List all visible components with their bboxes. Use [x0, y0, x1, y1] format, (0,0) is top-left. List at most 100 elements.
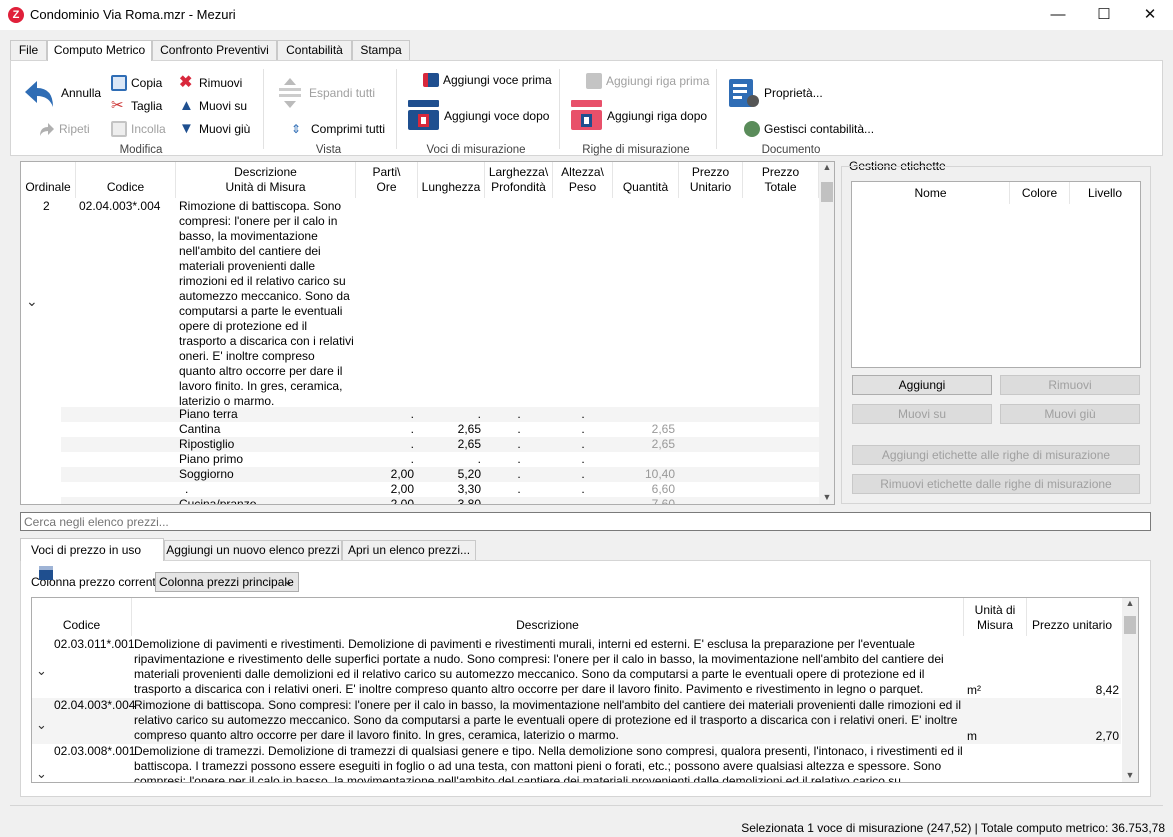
- scroll-up-icon[interactable]: ▲: [819, 162, 834, 172]
- rimuovi-etichette-righe-button[interactable]: Rimuovi etichette dalle righe di misuraz…: [852, 474, 1140, 494]
- tab-stampa[interactable]: Stampa: [352, 40, 410, 60]
- cell-larg[interactable]: .: [485, 437, 553, 452]
- aggiungi-voce-prima-button[interactable]: Aggiungi voce prima: [423, 73, 552, 87]
- price-row[interactable]: 02.03.008*.001 ⌄ Demolizione di tramezzi. …: [32, 744, 1121, 782]
- scroll-thumb[interactable]: [1124, 616, 1136, 634]
- taglia-button[interactable]: ✂ Taglia: [111, 98, 162, 114]
- col-livello[interactable]: Livello: [1070, 182, 1140, 204]
- entry-ordinale[interactable]: 2: [43, 199, 50, 213]
- col-codice[interactable]: Codice: [76, 162, 176, 198]
- cell-desc[interactable]: Cantina: [179, 422, 349, 437]
- chevron-down-icon[interactable]: ⌄: [36, 663, 47, 679]
- minimize-button[interactable]: —: [1035, 0, 1081, 30]
- chevron-down-icon[interactable]: ⌄: [36, 717, 47, 733]
- col-larghezza[interactable]: Larghezza\ Profondità: [485, 162, 553, 198]
- col-descrizione[interactable]: Descrizione Unità di Misura: [176, 162, 356, 198]
- cell-lung[interactable]: 2,65: [418, 422, 485, 437]
- cell-alt[interactable]: .: [553, 437, 613, 452]
- aggiungi-riga-dopo-button[interactable]: Aggiungi riga dopo: [570, 99, 707, 133]
- aggiungi-etichetta-button[interactable]: Aggiungi: [852, 375, 992, 395]
- cell-qta[interactable]: 6,60: [613, 482, 679, 497]
- cell-lung[interactable]: 2,65: [418, 437, 485, 452]
- scroll-up-icon[interactable]: ▲: [1122, 598, 1138, 608]
- cell-desc[interactable]: .: [179, 482, 349, 497]
- tab-nuovo-elenco[interactable]: Aggiungi un nuovo elenco prezzi: [164, 540, 342, 560]
- price-row[interactable]: 02.04.003*.004 ⌄ Rimozione di battiscopa. …: [32, 698, 1121, 744]
- entry-codice[interactable]: 02.04.003*.004: [79, 199, 160, 213]
- aggiungi-voce-dopo-button[interactable]: Aggiungi voce dopo: [407, 99, 549, 133]
- cell-parti[interactable]: 2,00: [356, 482, 418, 497]
- cell-desc[interactable]: Soggiorno: [179, 467, 349, 482]
- rimuovi-etichetta-button[interactable]: Rimuovi: [1000, 375, 1140, 395]
- tab-file[interactable]: File: [10, 40, 47, 60]
- muovi-giu-etichetta-button[interactable]: Muovi giù: [1000, 404, 1140, 424]
- search-input[interactable]: [20, 512, 1151, 531]
- cell-larg[interactable]: .: [485, 407, 553, 422]
- gestisci-contabilita-button[interactable]: Gestisci contabilità...: [744, 121, 874, 137]
- cell-parti[interactable]: .: [356, 407, 418, 422]
- chevron-down-icon[interactable]: ⌄: [36, 766, 47, 782]
- tab-computo-metrico[interactable]: Computo Metrico: [47, 40, 152, 61]
- col-parti[interactable]: Parti\ Ore: [356, 162, 418, 198]
- muovi-su-etichetta-button[interactable]: Muovi su: [852, 404, 992, 424]
- col-prezzo-totale[interactable]: Prezzo Totale: [743, 162, 819, 198]
- measurement-row[interactable]: Piano primo....: [61, 452, 819, 467]
- tab-contabilita[interactable]: Contabilità: [277, 40, 352, 60]
- measurement-row[interactable]: Soggiorno 2,00 5,20.. 10,40: [61, 467, 819, 482]
- col-descrizione-prezzo[interactable]: Descrizione: [132, 598, 964, 636]
- col-nome[interactable]: Nome: [852, 182, 1010, 204]
- colonna-prezzo-select[interactable]: Colonna prezzi principale ⌄: [155, 572, 299, 592]
- entry-descrizione[interactable]: Rimozione di battiscopa. Sono compresi: l…: [179, 199, 359, 409]
- col-prezzo-unitario-elenco[interactable]: Prezzo unitario: [1027, 598, 1117, 636]
- cell-desc[interactable]: Piano primo: [179, 452, 349, 467]
- measurement-row[interactable]: Cucina/pranzo 2,00 3,80 7,60: [61, 497, 819, 504]
- cell-lung[interactable]: 5,20: [418, 467, 485, 482]
- price-row[interactable]: 02.03.011*.001 ⌄ Demolizione di pavimenti …: [32, 637, 1121, 698]
- cell-parti[interactable]: .: [356, 452, 418, 467]
- cell-larg[interactable]: .: [485, 482, 553, 497]
- cell-parti[interactable]: 2,00: [356, 497, 418, 504]
- col-codice-prezzo[interactable]: Codice: [32, 598, 132, 636]
- measurement-row[interactable]: Piano terra....: [61, 407, 819, 422]
- col-colore[interactable]: Colore: [1010, 182, 1070, 204]
- cell-alt[interactable]: .: [553, 467, 613, 482]
- cell-desc[interactable]: Ripostiglio: [179, 437, 349, 452]
- tab-voci-in-uso[interactable]: Voci di prezzo in uso: [20, 538, 164, 580]
- ripeti-button[interactable]: Ripeti: [39, 121, 90, 137]
- col-ordinale[interactable]: Ordinale: [21, 162, 76, 198]
- cell-parti[interactable]: 2,00: [356, 467, 418, 482]
- copia-button[interactable]: Copia: [111, 75, 162, 91]
- col-quantita[interactable]: Quantità: [613, 162, 679, 198]
- col-unita-prezzo[interactable]: Unità di Misura: [964, 598, 1027, 636]
- cell-alt[interactable]: .: [553, 482, 613, 497]
- annulla-button[interactable]: Annulla: [23, 77, 101, 109]
- cell-parti[interactable]: .: [356, 422, 418, 437]
- scroll-down-icon[interactable]: ▼: [1122, 770, 1138, 780]
- comprimi-tutti-button[interactable]: ⇕ Comprimi tutti: [291, 121, 385, 137]
- measurement-row[interactable]: Ripostiglio. 2,65.. 2,65: [61, 437, 819, 452]
- chevron-down-icon[interactable]: ⌄: [26, 293, 38, 310]
- cell-parti[interactable]: .: [356, 437, 418, 452]
- tab-confronto-preventivi[interactable]: Confronto Preventivi: [152, 40, 277, 60]
- measurement-row[interactable]: Cantina. 2,65.. 2,65: [61, 422, 819, 437]
- espandi-tutti-button[interactable]: Espandi tutti: [275, 77, 375, 109]
- cell-desc[interactable]: Cucina/pranzo: [179, 497, 349, 504]
- tab-apri-elenco[interactable]: Apri un elenco prezzi...: [342, 540, 476, 560]
- proprieta-button[interactable]: Proprietà...: [728, 77, 823, 109]
- cell-lung[interactable]: 3,80: [418, 497, 485, 504]
- cell-alt[interactable]: .: [553, 452, 613, 467]
- cell-qta[interactable]: 7,60: [613, 497, 679, 504]
- cell-larg[interactable]: .: [485, 467, 553, 482]
- cell-larg[interactable]: .: [485, 422, 553, 437]
- etichette-list[interactable]: Nome Colore Livello: [851, 181, 1141, 368]
- close-button[interactable]: ✕: [1127, 0, 1173, 30]
- aggiungi-etichette-righe-button[interactable]: Aggiungi etichette alle righe di misuraz…: [852, 445, 1140, 465]
- price-scrollbar[interactable]: ▲ ▼: [1122, 598, 1138, 782]
- col-prezzo-unitario[interactable]: Prezzo Unitario: [679, 162, 743, 198]
- scroll-down-icon[interactable]: ▼: [819, 492, 834, 502]
- cell-larg[interactable]: .: [485, 452, 553, 467]
- incolla-button[interactable]: Incolla: [111, 121, 166, 137]
- cell-lung[interactable]: 3,30: [418, 482, 485, 497]
- cell-qta[interactable]: 10,40: [613, 467, 679, 482]
- cell-desc[interactable]: Piano terra: [179, 407, 349, 422]
